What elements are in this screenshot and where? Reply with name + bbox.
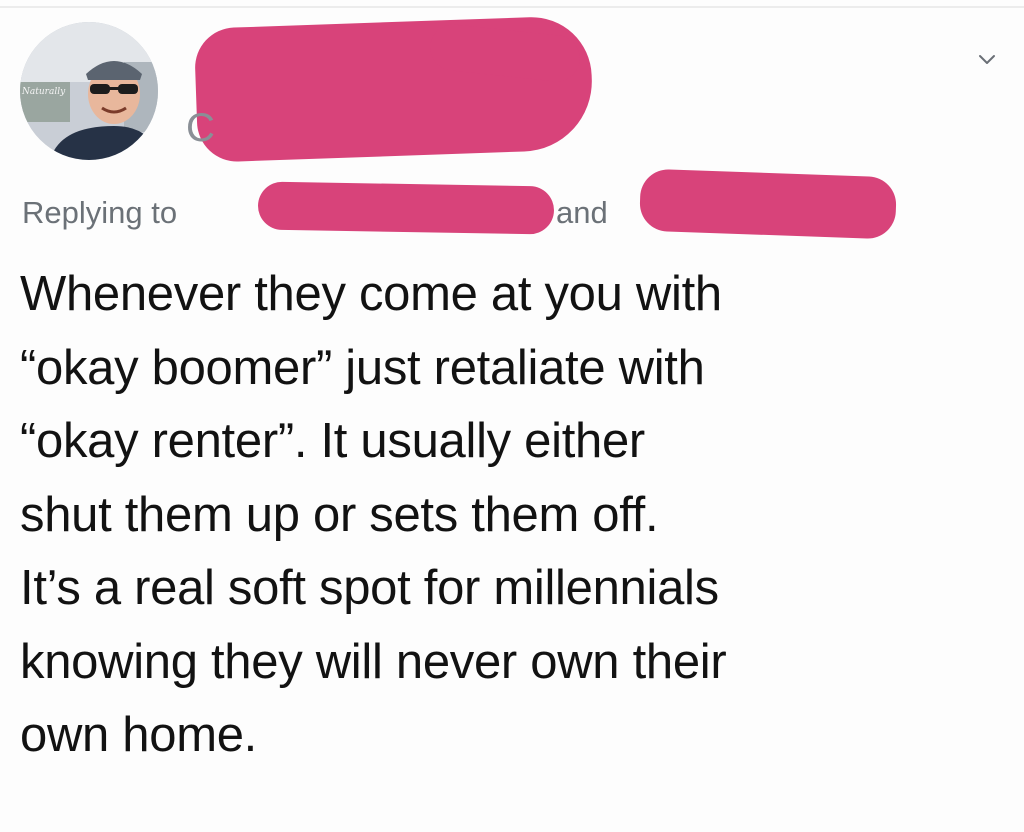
tweet-text: Whenever they come at you with “okay boo… bbox=[20, 258, 1010, 773]
avatar-sign-text: Naturally bbox=[21, 87, 66, 97]
chevron-down-icon[interactable] bbox=[977, 50, 997, 70]
tweet-card: Naturally C Replying to and Whenever the… bbox=[0, 0, 1024, 832]
tweet-text-line: “okay renter”. It usually either bbox=[20, 414, 645, 468]
user-avatar-photo: Naturally bbox=[20, 22, 158, 160]
tweet-text-line: knowing they will never own their bbox=[20, 634, 727, 689]
divider bbox=[0, 6, 1024, 8]
user-handle-fragment[interactable]: C bbox=[186, 106, 215, 151]
tweet-text-line: own home. bbox=[20, 708, 257, 762]
avatar[interactable]: Naturally bbox=[20, 22, 158, 160]
replying-to-label: Replying to bbox=[22, 195, 178, 230]
redacted-reply-handle-1[interactable] bbox=[257, 181, 555, 235]
tweet-text-line: It’s a real soft spot for millennials bbox=[20, 561, 719, 615]
redacted-reply-handle-2[interactable] bbox=[638, 168, 898, 240]
tweet-text-line: “okay boomer” just retaliate with bbox=[20, 340, 705, 395]
tweet-text-line: Whenever they come at you with bbox=[20, 267, 722, 321]
tweet-text-line: shut them up or sets them off. bbox=[20, 487, 659, 542]
reply-conjunction: and bbox=[556, 195, 608, 230]
